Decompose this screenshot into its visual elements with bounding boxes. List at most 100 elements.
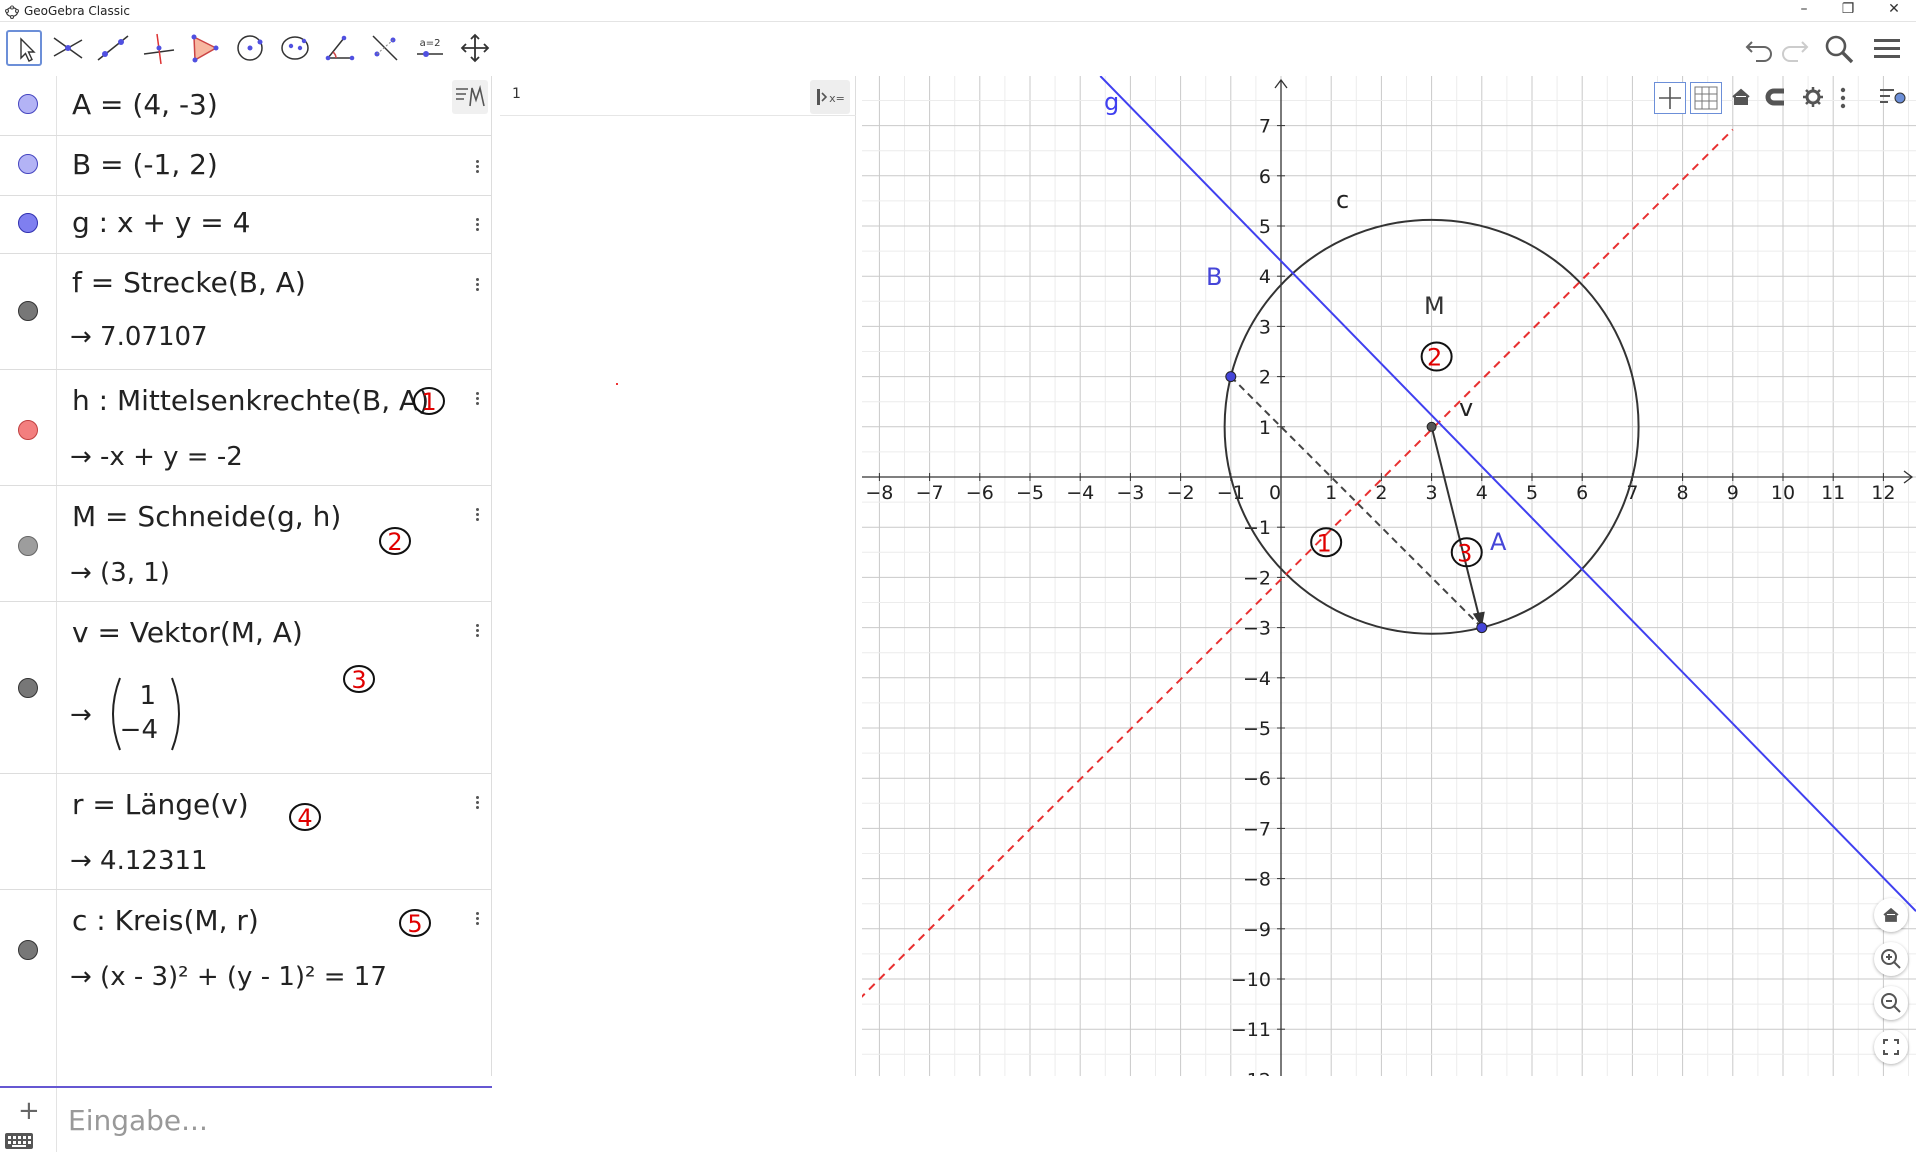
y-tick-label: −7 xyxy=(1243,818,1271,840)
slider-icon: a=2 xyxy=(417,38,443,57)
zoom-in-button[interactable] xyxy=(1874,942,1908,976)
slider-tool[interactable]: a=2 xyxy=(412,30,448,66)
handwritten-annotation-5: 5 xyxy=(399,909,431,938)
formula-c[interactable]: c : Kreis(M, r) xyxy=(72,904,259,937)
result-M: → (3, 1) xyxy=(70,558,170,588)
hamburger-menu-icon xyxy=(1874,39,1900,58)
redo-button[interactable] xyxy=(1778,32,1812,66)
row-menu-icon[interactable] xyxy=(472,216,482,236)
close-button[interactable]: ✕ xyxy=(1884,1,1904,17)
x-tick-label: 1 xyxy=(1325,482,1337,504)
standard-view-zoom-button[interactable] xyxy=(1874,898,1908,932)
visibility-toggle-g[interactable] xyxy=(18,213,38,233)
algebra-row-A[interactable]: A = (4, -3) xyxy=(0,76,492,136)
y-tick-label: 1 xyxy=(1259,417,1271,439)
formula-v[interactable]: v = Vektor(M, A) xyxy=(72,616,303,649)
angle-tool[interactable] xyxy=(322,30,358,66)
point-capture-button[interactable] xyxy=(1762,82,1794,114)
visibility-toggle-h[interactable] xyxy=(18,420,38,440)
reflect-tool[interactable] xyxy=(367,30,403,66)
move-view-tool[interactable] xyxy=(457,30,493,66)
undo-button[interactable] xyxy=(1742,32,1776,66)
polygon-tool[interactable] xyxy=(186,30,222,66)
row-menu-icon[interactable] xyxy=(472,158,482,178)
row-menu-icon[interactable] xyxy=(472,276,482,296)
ellipse-icon xyxy=(281,36,309,60)
perpendicular-tool[interactable] xyxy=(141,30,177,66)
row-menu-icon[interactable] xyxy=(472,506,482,526)
algebra-row-r[interactable]: r = Länge(v) → 4.12311 4 xyxy=(0,774,492,890)
row-menu-icon[interactable] xyxy=(472,910,482,930)
x-tick-label: 10 xyxy=(1771,482,1795,504)
formula-r[interactable]: r = Länge(v) xyxy=(72,788,249,821)
grid-icon xyxy=(1694,86,1718,110)
algebra-row-B[interactable]: B = (-1, 2) xyxy=(0,136,492,196)
formula-g[interactable]: g : x + y = 4 xyxy=(72,206,251,239)
visibility-toggle-B[interactable] xyxy=(18,154,38,174)
row-menu-icon[interactable] xyxy=(472,622,482,642)
formula-B[interactable]: B = (-1, 2) xyxy=(72,148,218,181)
graphics-canvas[interactable]: −8 −7 −6 −5 −4 −3 −2 −1 0 1 2 3 4 5 6 7 8 9 10 11 127654321−… xyxy=(862,76,1916,1076)
style-bar-toggle-button[interactable] xyxy=(1874,82,1910,114)
formula-f[interactable]: f = Strecke(B, A) xyxy=(72,266,306,299)
row-menu-icon[interactable] xyxy=(472,390,482,410)
y-tick-label: −12 xyxy=(1231,1069,1271,1076)
axes-toggle-button[interactable] xyxy=(1654,82,1686,114)
formula-M[interactable]: M = Schneide(g, h) xyxy=(72,500,341,533)
arrow-icon xyxy=(20,37,36,62)
fullscreen-icon xyxy=(1883,1039,1899,1055)
graphics-style-bar xyxy=(1652,80,1916,116)
point-A xyxy=(1476,622,1488,634)
line-tool[interactable] xyxy=(95,30,131,66)
main-menu-button[interactable] xyxy=(1870,32,1904,66)
formula-h[interactable]: h : Mittelsenkrechte(B, A) xyxy=(72,384,429,417)
restore-button[interactable]: ❐ xyxy=(1838,1,1858,17)
magnet-icon xyxy=(1765,88,1784,106)
stray-point xyxy=(616,383,618,385)
formula-A[interactable]: A = (4, -3) xyxy=(72,88,218,121)
move-tool[interactable] xyxy=(6,30,42,66)
row-menu-icon[interactable] xyxy=(472,794,482,814)
x-tick-label: −2 xyxy=(1167,482,1195,504)
x-tick-label: −5 xyxy=(1016,482,1044,504)
svg-text:x=: x= xyxy=(829,92,845,105)
view-toggle-icon: x= xyxy=(817,89,845,105)
keyboard-icon[interactable] xyxy=(4,1132,34,1154)
algebra-row-v[interactable]: v = Vektor(M, A) → 1 −4 3 xyxy=(0,602,492,774)
y-tick-label: −10 xyxy=(1231,969,1271,991)
conic-tool[interactable] xyxy=(277,30,313,66)
graphics-settings-button[interactable] xyxy=(1798,82,1830,114)
graphics-view[interactable]: −8 −7 −6 −5 −4 −3 −2 −1 0 1 2 3 4 5 6 7 8 9 10 11 12 7 6 5 4 3 2 1−… xyxy=(862,76,1916,1076)
visibility-toggle-f[interactable] xyxy=(18,301,38,321)
view-toggle-button[interactable]: x= xyxy=(810,80,850,114)
fullscreen-button[interactable] xyxy=(1874,1030,1908,1064)
visibility-toggle-M[interactable] xyxy=(18,536,38,556)
y-tick-label: −11 xyxy=(1231,1019,1271,1041)
more-options-button[interactable] xyxy=(1836,84,1850,112)
intersect-tool[interactable] xyxy=(50,30,86,66)
x-tick-label: 9 xyxy=(1727,482,1739,504)
minimize-button[interactable]: – xyxy=(1794,1,1814,17)
algebra-row-M[interactable]: M = Schneide(g, h) → (3, 1) 2 xyxy=(0,486,492,602)
algebra-row-h[interactable]: h : Mittelsenkrechte(B, A) → -x + y = -2… xyxy=(0,370,492,486)
circle-tool[interactable] xyxy=(232,30,268,66)
grid-toggle-button[interactable] xyxy=(1690,82,1722,114)
visibility-toggle-A[interactable] xyxy=(18,94,38,114)
algebra-row-g[interactable]: g : x + y = 4 xyxy=(0,196,492,254)
y-tick-label: 7 xyxy=(1259,116,1271,138)
add-icon[interactable]: + xyxy=(18,1096,40,1126)
angle-icon xyxy=(325,35,355,61)
result-v-prefix: → xyxy=(70,700,92,730)
visibility-toggle-v[interactable] xyxy=(18,678,38,698)
y-tick-label: −4 xyxy=(1243,668,1271,690)
algebra-row-f[interactable]: f = Strecke(B, A) → 7.07107 xyxy=(0,254,492,370)
standard-view-button[interactable] xyxy=(1726,82,1758,114)
y-tick-label: 5 xyxy=(1259,216,1271,238)
algebra-row-c[interactable]: c : Kreis(M, r) → (x - 3)² + (y - 1)² = … xyxy=(0,890,492,1086)
input-bar[interactable]: + Eingabe... xyxy=(0,1086,492,1152)
y-tick-label: 3 xyxy=(1259,316,1271,338)
zoom-out-button[interactable] xyxy=(1874,986,1908,1020)
input-field[interactable]: Eingabe... xyxy=(68,1104,208,1137)
search-button[interactable] xyxy=(1822,32,1856,66)
visibility-toggle-c[interactable] xyxy=(18,940,38,960)
